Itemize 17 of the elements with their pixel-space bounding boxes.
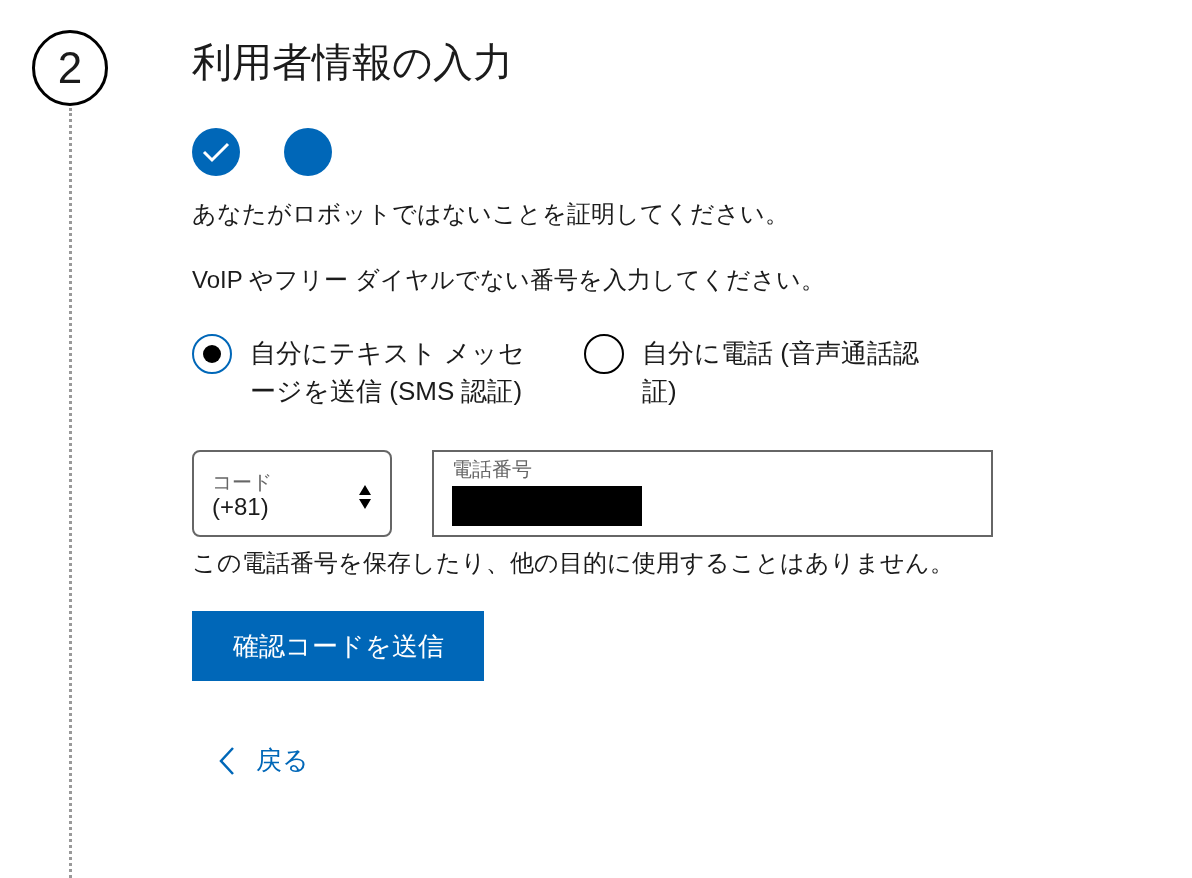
field-label: 電話番号: [452, 458, 533, 480]
radio-label: 自分に電話 (音声通話認証): [642, 337, 920, 408]
page-title: 利用者情報の入力: [192, 39, 513, 86]
phone-number-field[interactable]: 電話番号: [432, 450, 993, 537]
field-label: コード: [212, 471, 272, 492]
privacy-note: この電話番号を保存したり、他の目的に使用することはありません。: [192, 548, 954, 578]
radio-button[interactable]: [584, 334, 624, 374]
instruction-text: あなたがロボットではないことを証明してください。: [192, 199, 789, 229]
radio-button[interactable]: [192, 334, 232, 374]
step-number: 2: [32, 30, 108, 106]
field-value: (+81): [212, 492, 270, 522]
back-link[interactable]: 戻る: [218, 741, 309, 780]
country-code-select[interactable]: コード (+81): [192, 450, 392, 537]
radio-label: 自分にテキスト メッセージを送信 (SMS 認証): [250, 337, 527, 408]
chevron-left-icon: [218, 745, 236, 776]
send-code-button[interactable]: 確認コードを送信: [192, 611, 484, 681]
hint-text: VoIP やフリー ダイヤルでない番号を入力してください。: [192, 265, 825, 295]
